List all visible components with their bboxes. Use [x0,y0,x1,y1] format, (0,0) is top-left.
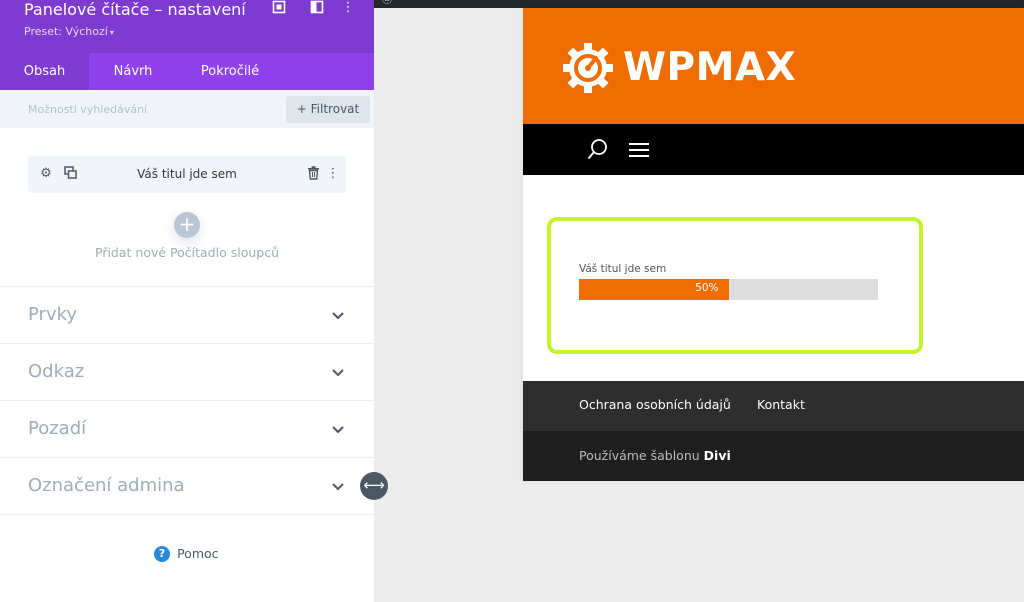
preset-label: Preset: Výchozí [24,25,108,38]
progress-bar-track: 50% [579,279,878,300]
panel-title: Panelové čítače – nastavení [24,0,246,19]
hamburger-menu-icon[interactable] [628,141,650,159]
credit-theme[interactable]: Divi [704,448,731,463]
toggle-label: Označení admina [28,475,185,496]
divider [0,514,374,515]
site-navigation [523,124,1024,175]
chevron-down-icon [332,369,344,377]
filter-button[interactable]: + Filtrovat [286,96,370,123]
counter-item-row[interactable]: ⚙ Váš titul jde sem ⋮ [28,156,346,193]
add-item-label[interactable]: Přidat nové Počítadlo sloupců [60,245,314,260]
more-options-icon[interactable]: ⋮ [340,0,356,16]
progress-bar-fill: 50% [579,279,729,300]
site-header: WPMAX [523,8,1024,124]
toggle-label: Odkaz [28,361,85,382]
search-icon[interactable] [587,138,609,160]
site-preview: WPMAX Váš titul jde sem 50% Ochrana osob… [523,8,1024,481]
fullscreen-icon[interactable] [271,0,287,16]
logo-text: WPMAX [623,45,797,90]
toggle-link[interactable]: Odkaz [0,343,374,400]
caret-down-icon: ▾ [109,28,114,37]
preset-selector[interactable]: Preset: Výchozí ▾ [24,25,114,38]
chevron-down-icon [332,312,344,320]
panel-header: Panelové čítače – nastavení Preset: Vých… [0,0,374,53]
toggle-background[interactable]: Pozadí [0,400,374,457]
plus-icon: + [178,212,196,236]
chevron-down-icon [332,483,344,491]
gear-logo-icon [563,43,613,93]
sidebar-layout-icon[interactable] [309,0,325,16]
tab-content[interactable]: Obsah [0,53,89,90]
wp-admin-bar: ⓦ [374,0,1024,8]
panel-tabs: Obsah Návrh Pokročilé [0,53,374,90]
resize-handle[interactable]: ⟷ [360,472,388,500]
footer-bottom-bar: Používáme šablonu Divi [523,431,1024,481]
toggle-admin-label[interactable]: Označení admina [0,457,374,514]
plus-icon: + [296,102,307,116]
horizontal-arrows-icon: ⟷ [363,476,385,494]
footer-credit: Používáme šablonu Divi [579,448,731,463]
credit-prefix: Používáme šablonu [579,448,700,463]
gear-icon[interactable]: ⚙ [38,166,54,182]
duplicate-icon[interactable] [62,166,78,182]
filter-button-label: Filtrovat [310,102,360,116]
help-label: Pomoc [177,546,219,561]
module-settings-panel: Panelové čítače – nastavení Preset: Vých… [0,0,374,602]
chevron-down-icon [332,426,344,434]
options-search-input[interactable] [14,96,274,122]
more-options-icon[interactable]: ⋮ [325,166,341,182]
toggle-label: Pozadí [28,418,87,439]
counter-title: Váš titul jde sem [579,263,667,275]
add-item-button[interactable]: + [174,212,200,238]
bar-counter-module[interactable]: Váš titul jde sem 50% [547,217,923,354]
footer-navigation: Ochrana osobních údajů Kontakt [523,381,1024,431]
help-button[interactable]: ? Pomoc [154,543,219,562]
wordpress-icon[interactable]: ⓦ [382,0,392,6]
progress-percent-label: 50% [695,282,719,294]
trash-icon[interactable] [305,166,321,182]
counter-item-title: Váš titul jde sem [137,167,237,181]
toggle-label: Prvky [28,304,78,325]
footer-link-privacy[interactable]: Ochrana osobních údajů [579,397,731,412]
footer-link-contact[interactable]: Kontakt [757,397,805,412]
tab-design[interactable]: Návrh [89,53,177,90]
help-icon: ? [154,545,170,562]
toggle-elements[interactable]: Prvky [0,286,374,343]
tab-advanced[interactable]: Pokročilé [177,53,283,90]
